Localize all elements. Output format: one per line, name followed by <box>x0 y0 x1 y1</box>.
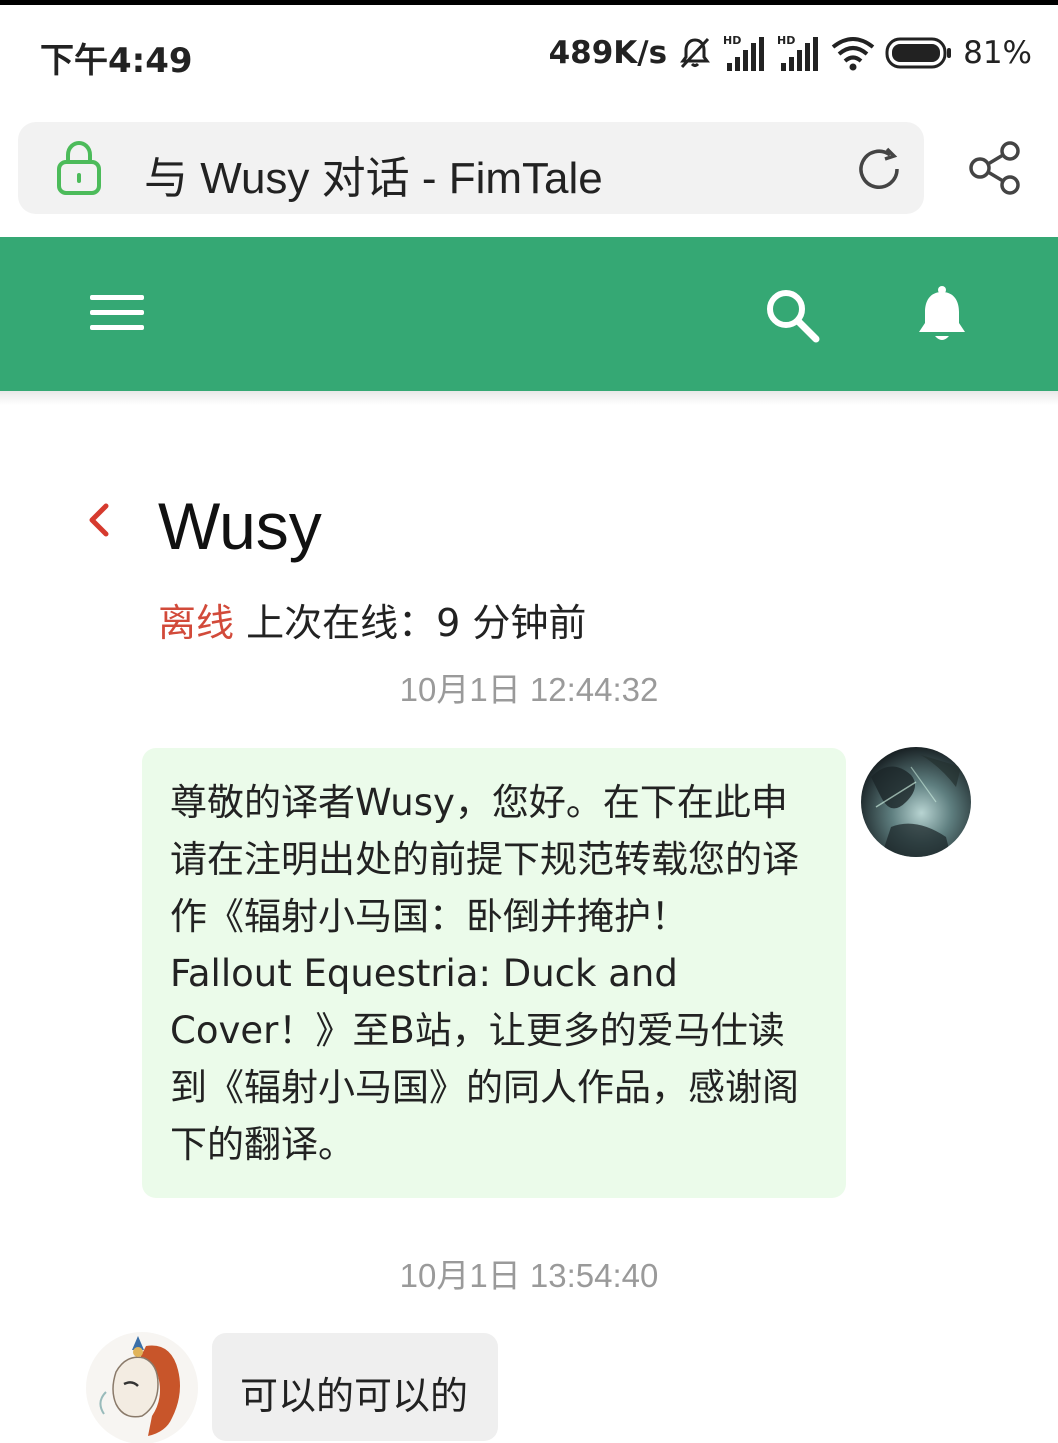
message-timestamp: 10月1日 12:44:32 <box>399 671 659 708</box>
page-title: 与 Wusy 对话 - FimTale <box>144 154 603 203</box>
status-bar: 下午4:49 489K/s HD HD 81% <box>0 5 1058 100</box>
battery-percent: 81% <box>963 35 1032 71</box>
message-timestamp: 10月1日 13:54:40 <box>399 1257 659 1294</box>
bell-icon[interactable] <box>914 285 970 345</box>
battery-icon <box>885 37 952 69</box>
nav-shadow <box>0 391 1058 405</box>
last-seen: 上次在线：9 分钟前 <box>246 601 587 645</box>
message-bubble-incoming: 可以的可以的 <box>212 1333 498 1441</box>
site-nav-bar <box>0 237 1058 391</box>
menu-icon[interactable] <box>90 293 144 333</box>
hd-signal-icon: HD <box>723 34 765 71</box>
reload-icon[interactable] <box>854 144 904 194</box>
offline-label: 离线 <box>158 601 235 645</box>
mute-icon <box>680 37 711 69</box>
status-time: 下午4:49 <box>40 41 193 81</box>
share-icon[interactable] <box>966 138 1026 198</box>
avatar[interactable] <box>86 1332 198 1443</box>
message-bubble-outgoing: 尊敬的译者Wusy，您好。在下在此申请在注明出处的前提下规范转载您的译作《辐射小… <box>142 748 846 1198</box>
avatar[interactable] <box>861 747 971 857</box>
status-right: 489K/s HD HD 81% <box>549 31 1032 75</box>
avatar-image <box>86 1332 198 1443</box>
avatar-image <box>861 747 971 857</box>
hd-signal-icon: HD <box>777 34 819 71</box>
svg-text:HD: HD <box>777 34 795 47</box>
back-icon[interactable] <box>84 500 114 540</box>
address-bar[interactable]: 与 Wusy 对话 - FimTale <box>18 122 924 214</box>
svg-text:HD: HD <box>723 34 741 47</box>
contact-name: Wusy <box>158 489 322 563</box>
search-icon[interactable] <box>764 287 820 343</box>
net-speed: 489K/s <box>548 35 668 71</box>
presence-status: 离线 上次在线：9 分钟前 <box>158 592 586 647</box>
lock-icon <box>57 140 101 195</box>
wifi-icon <box>831 37 875 71</box>
